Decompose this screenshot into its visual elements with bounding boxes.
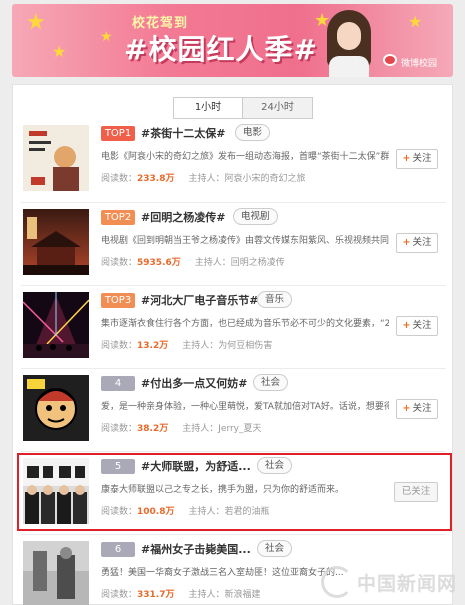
plus-icon: + (402, 320, 411, 331)
topic-title[interactable]: #付出多一点又何妨# (141, 375, 247, 391)
host-link[interactable]: Jerry_夏天 (218, 424, 261, 434)
read-count: 13.2万 (137, 341, 169, 351)
topic-meta: 阅读数：38.2万 主持人：Jerry_夏天 (101, 424, 262, 434)
highlight-box (17, 453, 452, 531)
follow-button[interactable]: + 关注 (396, 399, 438, 419)
banner-girl-image (323, 10, 375, 77)
star-icon: ★ (52, 42, 67, 61)
category-tag[interactable]: 音乐 (257, 291, 293, 308)
list-item[interactable]: TOP3 #河北大厂电子音乐节# 音乐 集市逐渐衣食住行各个方面，也已经成为音乐… (21, 285, 446, 363)
topic-title[interactable]: #茶街十二太保# (141, 125, 225, 141)
follow-button[interactable]: + 关注 (396, 233, 438, 253)
topic-title[interactable]: #河北大厂电子音乐节# (141, 292, 258, 308)
star-icon: ★ (408, 12, 423, 31)
rank-badge: TOP2 (101, 210, 135, 225)
topic-meta: 阅读数：5935.6万 主持人：回明之杨凌传 (101, 258, 285, 268)
watermark-text: 中国新闻网 (356, 572, 457, 595)
category-tag[interactable]: 电影 (235, 124, 271, 141)
topic-meta: 阅读数：331.7万 主持人：新浪福建 (101, 590, 261, 600)
topic-thumbnail[interactable] (23, 375, 89, 441)
topic-title[interactable]: #福州女子击毙美国... (141, 541, 251, 557)
topic-thumbnail[interactable] (23, 541, 89, 605)
rank-badge: TOP3 (101, 293, 135, 308)
time-tabs: 1小时 24小时 (173, 97, 313, 119)
list-item[interactable]: 4 #付出多一点又何妨# 社会 爱，是一种亲身体验，一种心里萌悦，爱TA就加倍对… (21, 368, 446, 446)
read-count: 38.2万 (137, 424, 169, 434)
weibo-logo-icon (383, 54, 397, 66)
tab-24-hours[interactable]: 24小时 (243, 97, 313, 119)
plus-icon: + (402, 403, 411, 414)
plus-icon: + (402, 153, 411, 164)
watermark-logo-icon (320, 566, 353, 598)
topic-thumbnail[interactable] (23, 209, 89, 275)
host-link[interactable]: 回明之杨凌传 (231, 258, 285, 268)
plus-icon: + (402, 237, 411, 248)
host-link[interactable]: 阿衰小宋的奇幻之旅 (225, 174, 306, 184)
host-link[interactable]: 新浪福建 (225, 590, 261, 600)
topic-thumbnail[interactable] (23, 125, 89, 191)
topic-description[interactable]: 电视剧《回到明朝当王爷之杨凌传》由蓉文传媒东阳紫风、乐视视频共同... (101, 233, 389, 246)
read-count: 233.8万 (137, 174, 175, 184)
follow-button[interactable]: + 关注 (396, 316, 438, 336)
read-count: 331.7万 (137, 590, 175, 600)
star-icon: ★ (26, 10, 46, 35)
topic-description[interactable]: 集市逐渐衣食住行各个方面，也已经成为音乐节必不可少的文化要素，“20... (101, 316, 389, 329)
follow-button[interactable]: + 关注 (396, 149, 438, 169)
topic-description[interactable]: 爱，是一种亲身体验，一种心里萌悦，爱TA就加倍对TA好。话说，想要得... (101, 399, 389, 412)
list-item[interactable]: TOP2 #回明之杨凌传# 电视剧 电视剧《回到明朝当王爷之杨凌传》由蓉文传媒东… (21, 202, 446, 280)
topic-meta: 阅读数：13.2万 主持人：为何豆相伤害 (101, 341, 273, 351)
promo-banner[interactable]: ★ ★ ★ ★ ★ 校花驾到 #校园红人季# 微博校园 (12, 4, 453, 77)
topic-thumbnail[interactable] (23, 292, 89, 358)
topic-list-panel: 1小时 24小时 TOP1 #茶街十二太保# 电影 电影《阿衰小宋的奇幻之旅》发… (12, 84, 453, 605)
host-link[interactable]: 为何豆相伤害 (218, 341, 272, 351)
star-icon: ★ (100, 29, 113, 45)
topic-title[interactable]: #回明之杨凌传# (141, 209, 225, 225)
rank-badge: TOP1 (101, 126, 135, 141)
topic-meta: 阅读数：233.8万 主持人：阿衰小宋的奇幻之旅 (101, 174, 306, 184)
category-tag[interactable]: 社会 (253, 374, 289, 391)
banner-title: #校园红人季# (124, 33, 318, 66)
category-tag[interactable]: 电视剧 (233, 208, 278, 225)
tab-1-hour[interactable]: 1小时 (173, 97, 243, 119)
banner-brand: 微博校园 (400, 59, 437, 69)
category-tag[interactable]: 社会 (257, 540, 293, 557)
read-count: 5935.6万 (137, 258, 181, 268)
topic-description[interactable]: 电影《阿衰小宋的奇幻之旅》发布一组动态海报，首曝“茶街十二太保”群... (101, 149, 389, 162)
watermark: 中国新闻网 (320, 565, 457, 599)
rank-badge: 6 (101, 542, 135, 557)
list-item[interactable]: TOP1 #茶街十二太保# 电影 电影《阿衰小宋的奇幻之旅》发布一组动态海报，首… (21, 119, 446, 197)
rank-badge: 4 (101, 376, 135, 391)
